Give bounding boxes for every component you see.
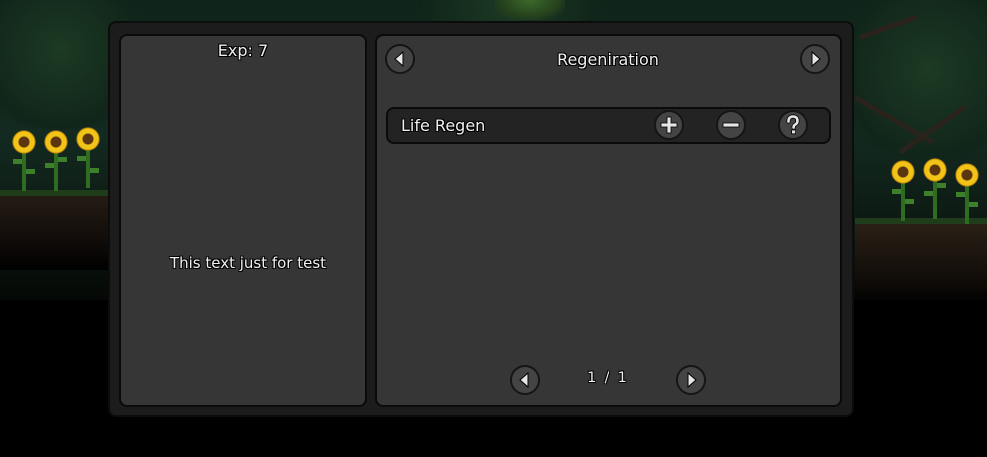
sunflower-icon	[75, 126, 101, 188]
add-point-button[interactable]	[654, 110, 684, 140]
skill-name: Life Regen	[401, 116, 486, 135]
sunflower-icon	[43, 129, 69, 191]
arrow-left-icon	[519, 371, 529, 389]
plus-icon	[660, 116, 678, 134]
exp-label: Exp: 7	[217, 41, 269, 60]
minus-icon	[722, 122, 740, 128]
tree-canopy	[495, 0, 565, 20]
info-panel	[119, 34, 367, 407]
arrow-right-icon	[687, 371, 697, 389]
arrow-left-icon	[394, 50, 404, 68]
grass-ground-left	[0, 190, 112, 270]
prev-page-button[interactable]	[510, 365, 540, 395]
sunflower-icon	[890, 159, 916, 221]
info-text: This text just for test	[169, 254, 327, 272]
remove-point-button[interactable]	[716, 110, 746, 140]
arrow-right-icon	[811, 50, 821, 68]
page-indicator: 1 / 1	[587, 370, 629, 386]
category-title: Regeniration	[557, 50, 659, 69]
sunflower-icon	[954, 162, 980, 224]
skill-help-button[interactable]	[778, 110, 808, 140]
next-category-button[interactable]	[800, 44, 830, 74]
grass-ground-right	[855, 218, 987, 308]
sunflower-icon	[11, 129, 37, 191]
sunflower-icon	[922, 157, 948, 219]
question-icon	[786, 114, 800, 135]
next-page-button[interactable]	[676, 365, 706, 395]
skills-panel	[375, 34, 842, 407]
prev-category-button[interactable]	[385, 44, 415, 74]
